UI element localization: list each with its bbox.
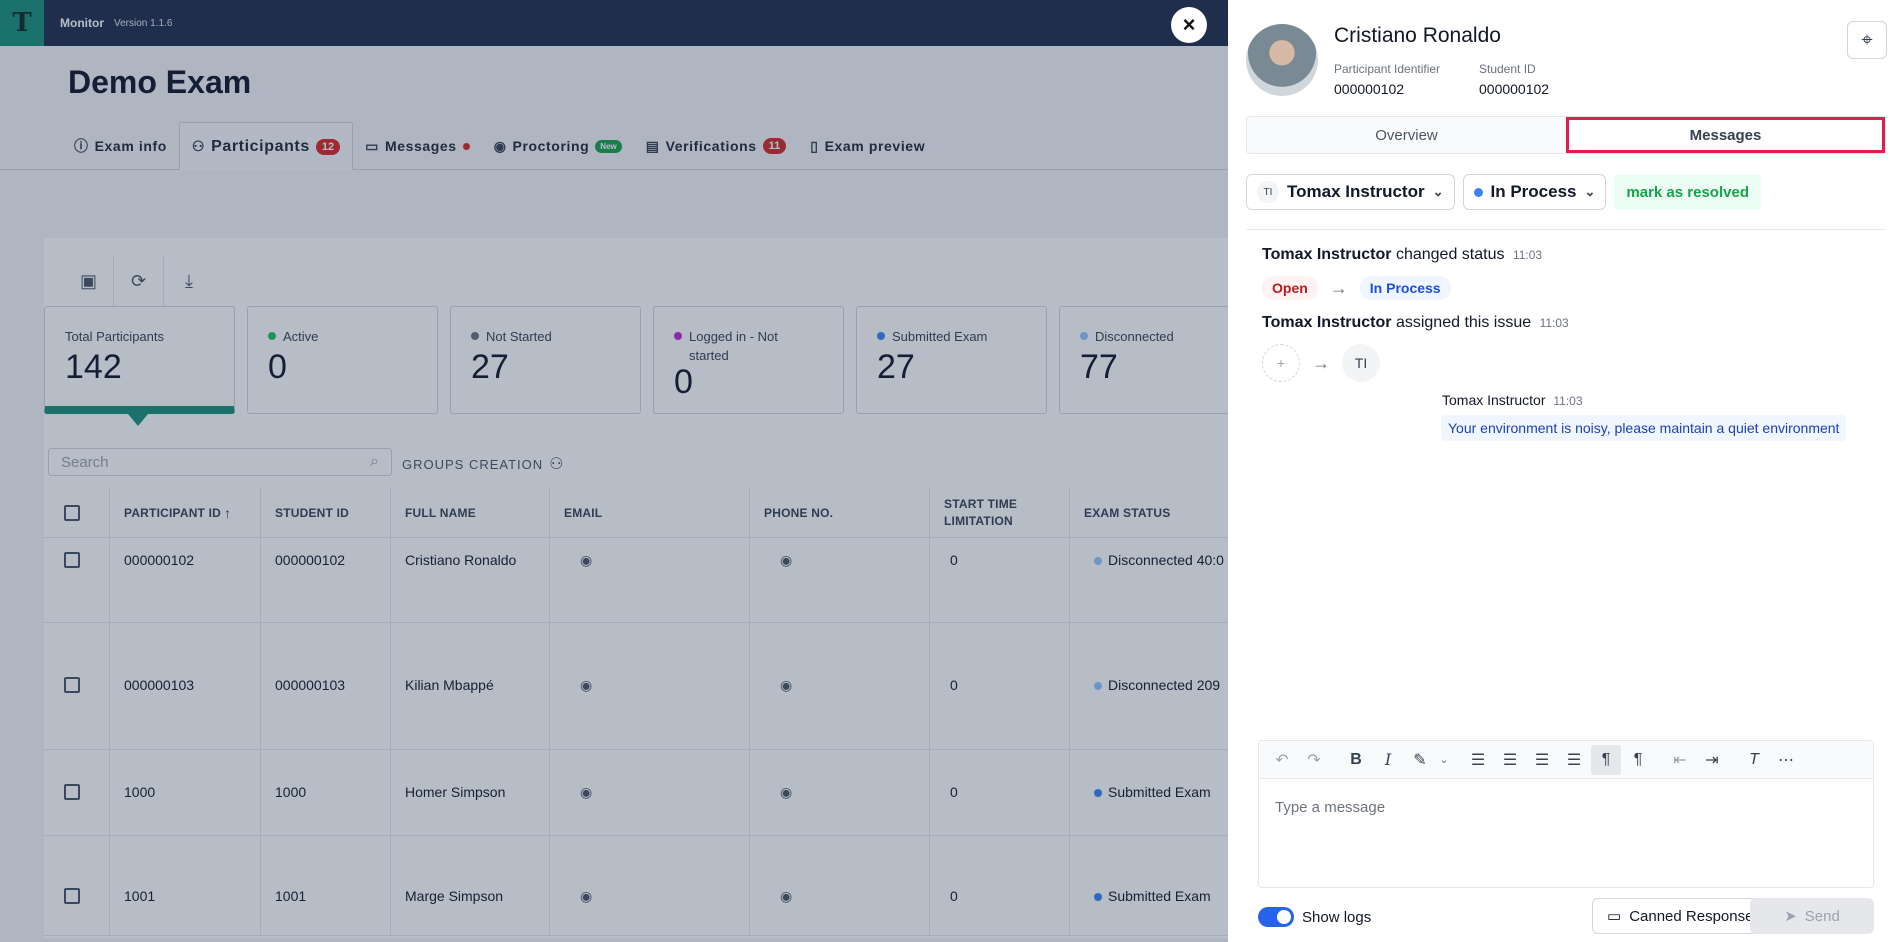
status-from-chip: Open: [1262, 276, 1318, 300]
divider: [1246, 229, 1886, 230]
log-actor: Tomax Instructor: [1262, 246, 1392, 263]
message-author: Tomax Instructor: [1442, 392, 1546, 408]
participant-identifier-label: Participant Identifier: [1334, 62, 1441, 76]
show-logs-toggle[interactable]: [1258, 907, 1294, 927]
log-action: assigned this issue: [1395, 314, 1532, 331]
assignee-dropdown[interactable]: TI Tomax Instructor ⌄: [1246, 174, 1455, 210]
status-dot: [1473, 187, 1483, 197]
bold-icon[interactable]: B: [1341, 745, 1371, 775]
ltr-icon[interactable]: ¶: [1591, 744, 1621, 775]
assignee-avatar: TI: [1342, 344, 1380, 382]
message-bubble: Your environment is noisy, please mainta…: [1441, 415, 1847, 441]
chevron-down-icon: ⌄: [1584, 184, 1596, 199]
arrow-right-icon: →: [1312, 352, 1330, 373]
log-time: 11:03: [1539, 316, 1569, 330]
tab-overview[interactable]: Overview: [1247, 117, 1566, 153]
chevron-down-icon[interactable]: ⌄: [1437, 745, 1451, 775]
align-left-icon[interactable]: ☰: [1463, 745, 1493, 775]
log-entry-status: Tomax Instructor changed status 11:03: [1262, 246, 1542, 264]
participant-identifier-value: 000000102: [1334, 81, 1405, 97]
close-icon: ×: [1182, 12, 1196, 37]
status-dropdown[interactable]: In Process ⌄: [1462, 174, 1607, 210]
assign-change-row: + → TI: [1262, 344, 1380, 382]
message-time: 11:03: [1553, 394, 1583, 408]
issue-controls: TI Tomax Instructor ⌄ In Process ⌄ mark …: [1246, 174, 1761, 210]
rtl-icon[interactable]: ¶: [1623, 745, 1653, 775]
unassigned-avatar: +: [1262, 344, 1300, 382]
undo-icon[interactable]: ↶: [1267, 745, 1297, 775]
align-justify-icon[interactable]: ☰: [1559, 745, 1589, 775]
tab-messages-panel[interactable]: Messages: [1566, 117, 1885, 153]
send-icon: ➤: [1784, 908, 1797, 925]
log-time: 11:03: [1512, 248, 1543, 262]
participant-side-panel: Cristiano Ronaldo Participant Identifier…: [1228, 0, 1901, 942]
align-right-icon[interactable]: ☰: [1527, 745, 1557, 775]
panel-tabs: Overview Messages: [1246, 116, 1886, 154]
show-logs-label: Show logs: [1302, 908, 1372, 926]
indent-icon[interactable]: ⇥: [1697, 745, 1727, 775]
log-action: changed status: [1395, 246, 1505, 263]
send-button[interactable]: ➤ Send: [1750, 898, 1874, 934]
close-button[interactable]: ×: [1171, 7, 1207, 43]
highlight-icon[interactable]: ✎: [1405, 745, 1435, 775]
mark-resolved-button[interactable]: mark as resolved: [1614, 174, 1761, 210]
log-entry-assign: Tomax Instructor assigned this issue 11:…: [1262, 314, 1569, 332]
chevron-down-icon: ⌄: [1432, 184, 1444, 199]
redo-icon[interactable]: ↷: [1299, 745, 1329, 775]
status-value: In Process: [1490, 182, 1577, 201]
app: T Monitor Version 1.1.6 Demo Exam ⓘ Exam…: [0, 0, 1901, 942]
italic-icon[interactable]: I: [1373, 745, 1403, 775]
message-editor: ↶ ↷ B I ✎ ⌄ ☰ ☰ ☰ ☰ ¶ ¶ ⇤ ⇥ T ⋯ Type a m…: [1258, 740, 1874, 888]
status-change-row: Open → In Process: [1262, 276, 1451, 300]
student-id-label: Student ID: [1479, 62, 1536, 76]
outdent-icon[interactable]: ⇤: [1665, 745, 1695, 775]
arrow-right-icon: →: [1329, 277, 1348, 298]
canned-label: Canned Response: [1629, 907, 1754, 925]
message-header: Tomax Instructor 11:03: [1442, 392, 1583, 408]
editor-toolbar: ↶ ↷ B I ✎ ⌄ ☰ ☰ ☰ ☰ ¶ ¶ ⇤ ⇥ T ⋯: [1259, 741, 1873, 779]
locate-button[interactable]: ⌖: [1847, 21, 1887, 59]
student-id-value: 000000102: [1479, 81, 1550, 97]
participant-name: Cristiano Ronaldo: [1334, 24, 1501, 47]
log-actor: Tomax Instructor: [1262, 314, 1392, 331]
message-input[interactable]: Type a message: [1259, 779, 1873, 836]
chat-icon: ▭: [1607, 908, 1622, 925]
crosshair-icon: ⌖: [1861, 28, 1873, 51]
assignee-initials: TI: [1257, 181, 1279, 203]
status-to-chip: In Process: [1359, 276, 1451, 300]
panel-footer: Show logs ▭ Canned Response ➤ Send: [1258, 898, 1894, 936]
avatar: [1246, 24, 1318, 96]
align-center-icon[interactable]: ☰: [1495, 745, 1525, 775]
send-label: Send: [1804, 907, 1840, 925]
assignee-name: Tomax Instructor: [1287, 182, 1425, 201]
more-icon[interactable]: ⋯: [1771, 745, 1801, 775]
clear-format-icon[interactable]: T: [1739, 745, 1769, 775]
canned-response-button[interactable]: ▭ Canned Response: [1592, 898, 1769, 934]
modal-backdrop[interactable]: [0, 0, 1228, 942]
